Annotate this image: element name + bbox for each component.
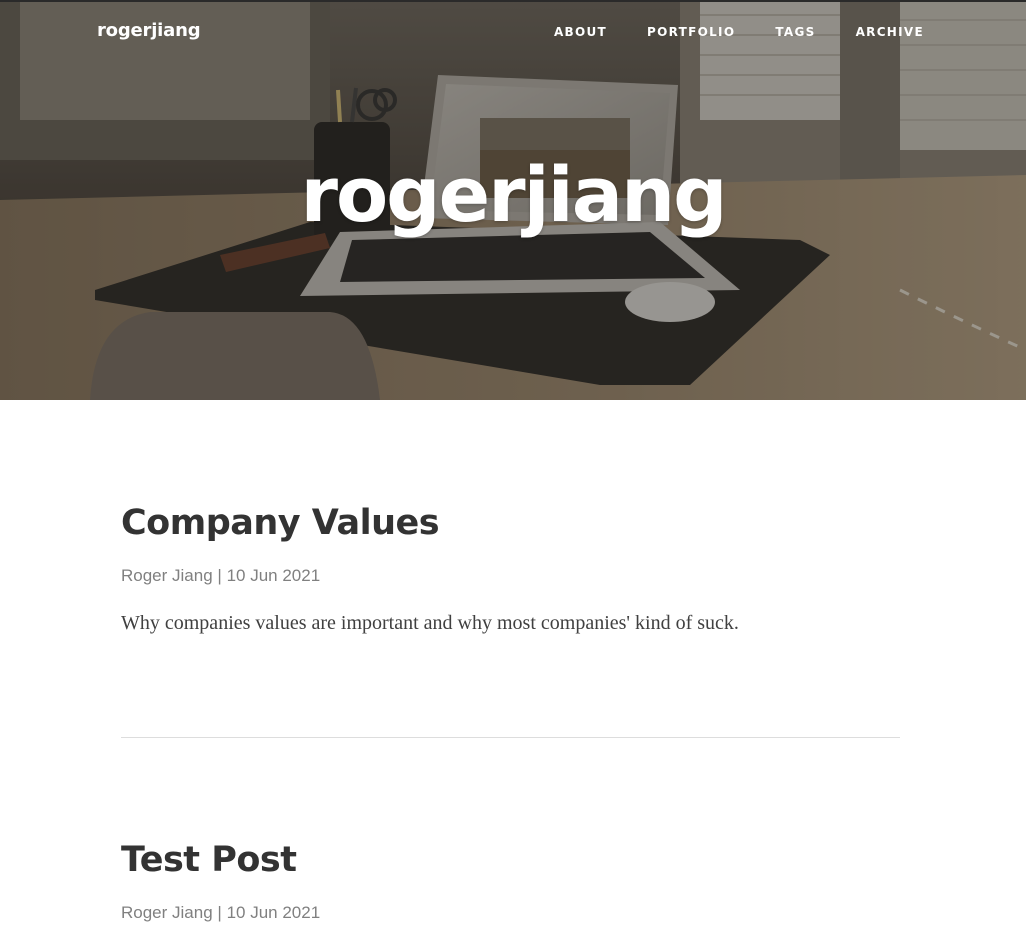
meta-separator: |	[217, 566, 222, 585]
post-date: 10 Jun 2021	[226, 903, 321, 922]
post-date: 10 Jun 2021	[226, 566, 321, 585]
main-nav: ABOUT PORTFOLIO TAGS ARCHIVE	[554, 25, 924, 39]
post-author: Roger Jiang	[121, 903, 213, 922]
post-title-link[interactable]: Test Post	[121, 840, 297, 880]
post-divider	[121, 737, 900, 738]
nav-link-tags[interactable]: TAGS	[775, 25, 815, 39]
post-meta: Roger Jiang | 10 Jun 2021	[121, 566, 320, 586]
site-brand-link[interactable]: rogerjiang	[97, 20, 201, 41]
hero-header: rogerjiang ABOUT PORTFOLIO TAGS ARCHIVE …	[0, 0, 1026, 400]
post-author: Roger Jiang	[121, 566, 213, 585]
nav-link-archive[interactable]: ARCHIVE	[856, 25, 924, 39]
post-title-link[interactable]: Company Values	[121, 503, 440, 543]
post-title: Test Post	[121, 840, 297, 880]
post-title: Company Values	[121, 503, 440, 543]
post-meta: Roger Jiang | 10 Jun 2021	[121, 903, 320, 923]
hero-title: rogerjiang	[300, 150, 727, 239]
nav-link-portfolio[interactable]: PORTFOLIO	[647, 25, 735, 39]
nav-link-about[interactable]: ABOUT	[554, 25, 607, 39]
top-border	[0, 0, 1026, 2]
meta-separator: |	[217, 903, 222, 922]
post-subtitle: Why companies values are important and w…	[121, 612, 739, 634]
